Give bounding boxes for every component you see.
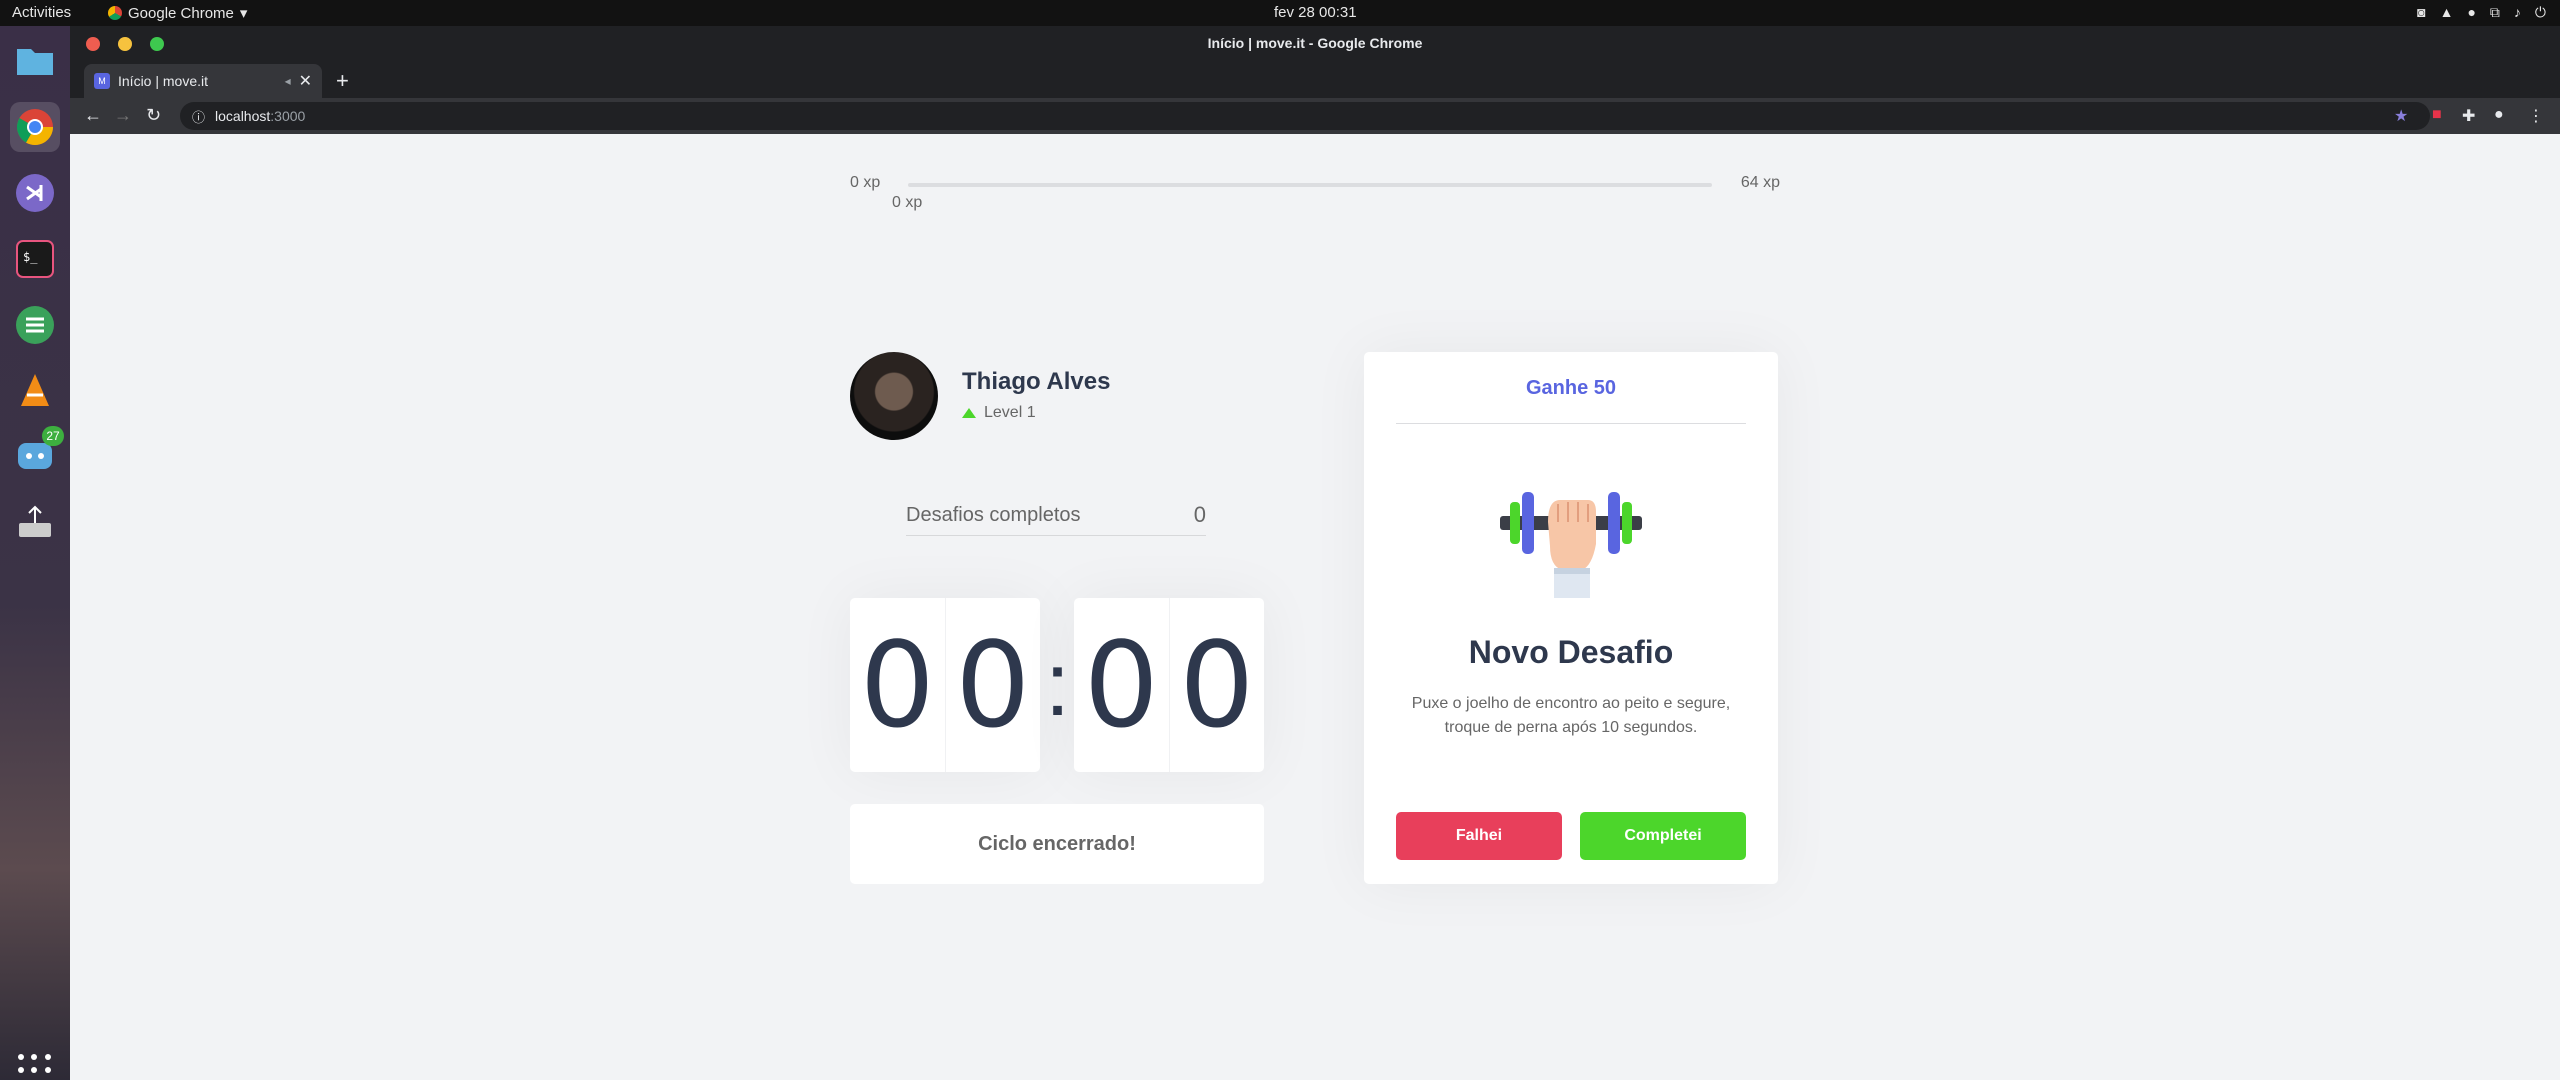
address-bar[interactable]: ⓘ localhost:3000	[180, 102, 2430, 130]
profile-avatar-icon[interactable]: ●	[2494, 106, 2504, 124]
extension-icon[interactable]: ■	[2432, 106, 2442, 124]
browser-title-bar: Início | move.it - Google Chrome	[70, 26, 2560, 60]
tab-active[interactable]: M Início | move.it ◂ ✕	[84, 64, 322, 98]
back-icon[interactable]: ←	[84, 105, 102, 126]
dumbbell-icon	[1496, 482, 1646, 602]
profile-level: Level 1	[962, 404, 1036, 422]
app-menu-label: Google Chrome	[128, 4, 234, 22]
vlc-icon[interactable]: ▲	[2440, 4, 2454, 21]
challenge-reward: Ganhe 50	[1396, 352, 1746, 424]
completed-challenges: Desafios completos 0	[906, 496, 1206, 536]
info-icon[interactable]: ⓘ	[192, 107, 205, 126]
url-port: :3000	[270, 108, 306, 124]
browser-toolbar: ← → ↻ ⓘ localhost:3000 ★ ■ ✚ ● ⋮	[70, 98, 2560, 134]
svg-text:$_: $_	[23, 250, 38, 264]
challenge-title: Novo Desafio	[1468, 634, 1674, 670]
close-icon[interactable]: ✕	[299, 71, 312, 91]
minute-digit: 0	[859, 616, 935, 754]
notes-icon[interactable]	[10, 300, 60, 350]
minute-digit: 0	[944, 598, 1041, 772]
cycle-ended-button[interactable]: Ciclo encerrado!	[850, 804, 1264, 884]
moveit-favicon-icon: M	[94, 73, 110, 89]
second-digit: 0	[1083, 616, 1159, 754]
forward-icon[interactable]: →	[114, 105, 132, 126]
menu-kebab-icon[interactable]: ⋮	[2528, 106, 2544, 126]
activities-button[interactable]: Activities	[12, 4, 71, 21]
experience-bar: 0 xp 64 xp 0 xp	[850, 174, 1780, 234]
xp-track	[908, 183, 1712, 187]
challenge-description: Puxe o joelho de encontro ao peito e seg…	[1411, 695, 1731, 736]
extensions-puzzle-icon[interactable]: ✚	[2462, 106, 2475, 126]
completed-button[interactable]: Completei	[1580, 812, 1746, 860]
discord-icon[interactable]: 27	[10, 426, 64, 482]
bookmark-star-icon[interactable]: ★	[2394, 106, 2408, 126]
terminal-icon[interactable]: $_	[10, 234, 60, 284]
vscode-icon[interactable]	[10, 168, 60, 218]
network-icon[interactable]: ⧉	[2490, 4, 2500, 21]
completed-challenges-count: 0	[1193, 502, 1206, 527]
vlc-icon[interactable]	[10, 366, 60, 416]
xp-current-label: 0 xp	[892, 194, 923, 211]
chrome-icon[interactable]	[10, 102, 60, 152]
notification-badge: 27	[42, 426, 64, 446]
clock[interactable]: fev 28 00:31	[1274, 4, 1357, 21]
level-label: Level 1	[984, 404, 1036, 421]
reload-icon[interactable]: ↻	[146, 105, 161, 126]
system-top-bar: Activities Google Chrome ▾ fev 28 00:31 …	[0, 0, 2560, 26]
tab-strip: M Início | move.it ◂ ✕ +	[70, 60, 2560, 98]
app-menu[interactable]: Google Chrome ▾	[108, 4, 247, 22]
countdown-separator: :	[1045, 635, 1071, 735]
speaker-icon[interactable]: ◂	[285, 74, 291, 88]
second-digit: 0	[1168, 598, 1265, 772]
dock: $_ 27	[0, 26, 70, 1080]
volume-icon[interactable]: ♪	[2514, 4, 2521, 21]
usb-drive-icon[interactable]	[10, 498, 60, 548]
url-host: localhost	[215, 108, 271, 124]
level-up-icon	[962, 408, 976, 418]
power-icon[interactable]: ⏻	[2535, 4, 2546, 21]
page-content: 0 xp 64 xp 0 xp Thiago Alves Level 1 Des…	[70, 134, 2560, 1080]
window-title: Início | move.it - Google Chrome	[1207, 35, 1423, 51]
completed-challenges-label: Desafios completos	[906, 504, 1081, 526]
chrome-icon	[108, 6, 122, 20]
discord-icon[interactable]: ◙	[2417, 4, 2425, 21]
grammarly-icon[interactable]: ●	[2467, 4, 2475, 21]
new-tab-button[interactable]: +	[336, 68, 349, 94]
avatar	[850, 352, 938, 440]
failed-button[interactable]: Falhei	[1396, 812, 1562, 860]
chevron-down-icon: ▾	[239, 5, 248, 22]
show-applications-icon[interactable]	[18, 1054, 52, 1080]
countdown: 0 0 : 0 0	[850, 598, 1264, 772]
xp-max-label: 64 xp	[1740, 174, 1780, 191]
tab-label: Início | move.it	[118, 73, 209, 89]
system-tray[interactable]: ◙ ▲ ● ⧉ ♪ ⏻	[2417, 4, 2546, 21]
files-icon[interactable]	[10, 36, 60, 86]
seconds-box: 0 0	[1074, 598, 1264, 772]
xp-min-label: 0 xp	[850, 174, 881, 191]
challenge-card: Ganhe 50 Novo Desafio Puxe o joelho de e…	[1364, 352, 1778, 884]
profile: Thiago Alves Level 1	[850, 352, 1270, 442]
profile-name: Thiago Alves	[962, 368, 1111, 395]
minutes-box: 0 0	[850, 598, 1040, 772]
